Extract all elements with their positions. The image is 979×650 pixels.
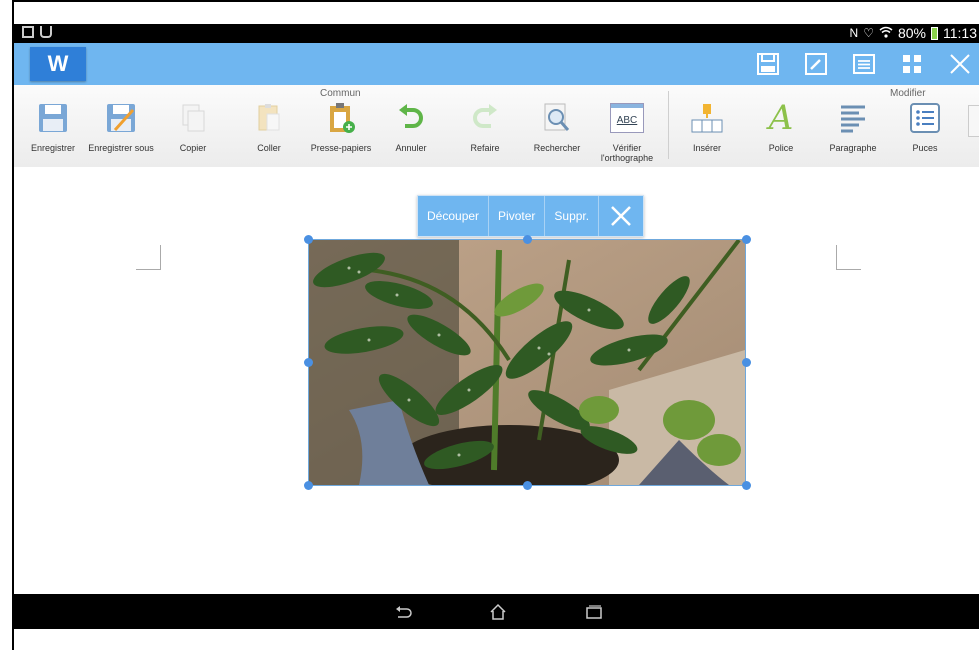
insert-button[interactable]: Insérer [672, 101, 742, 153]
spellcheck-label: Vérifier l'orthographe [600, 143, 654, 163]
font-icon-glyph: A [768, 98, 794, 138]
recent-apps-icon[interactable] [584, 602, 604, 622]
home-icon[interactable] [488, 602, 508, 622]
redo-icon [468, 101, 502, 135]
search-label: Rechercher [533, 143, 581, 153]
paragraph-button[interactable]: Paragraphe [818, 101, 888, 153]
font-label: Police [768, 143, 794, 153]
wifi-icon [879, 25, 893, 41]
bullets-label: Puces [912, 143, 938, 153]
resize-handle-right[interactable] [742, 358, 751, 367]
clock: 11:13 [943, 25, 977, 41]
status-bar: N ♡ 80% 11:13 [14, 24, 979, 43]
bullets-button[interactable]: Puces [890, 101, 960, 153]
system-navigation-bar [14, 594, 979, 629]
selected-plant-photo[interactable] [308, 239, 746, 486]
delete-button[interactable]: Suppr. [545, 196, 600, 236]
floppy-icon [36, 101, 70, 135]
margin-marker-left [136, 245, 161, 270]
group-label-commun: Commun [320, 88, 361, 99]
back-icon[interactable] [394, 602, 414, 622]
app-logo[interactable]: W [30, 47, 86, 81]
font-icon: A [764, 101, 798, 135]
spellcheck-button[interactable]: ABC Vérifier l'orthographe [592, 101, 662, 163]
ribbon-next-item-partial[interactable] [968, 105, 979, 137]
search-button[interactable]: Rechercher [522, 101, 592, 153]
paste-button[interactable]: Coller [234, 101, 304, 153]
list-view-icon[interactable] [851, 51, 877, 77]
save-as-button[interactable]: Enregistrer sous [86, 101, 156, 153]
spellcheck-icon: ABC [610, 101, 644, 135]
battery-percent: 80% [897, 25, 926, 41]
close-icon[interactable] [947, 51, 973, 77]
image-context-toolbar: Découper Pivoter Suppr. [417, 195, 645, 237]
resize-handle-top-right[interactable] [742, 235, 751, 244]
undo-button[interactable]: Annuler [376, 101, 446, 153]
app-bar: W [14, 43, 979, 85]
redo-label: Refaire [470, 143, 500, 153]
paragraph-icon [836, 101, 870, 135]
resize-handle-top-left[interactable] [304, 235, 313, 244]
save-as-icon [104, 101, 138, 135]
font-button[interactable]: A Police [746, 101, 816, 153]
copy-label: Copier [179, 143, 207, 153]
copy-icon [176, 101, 210, 135]
document-canvas[interactable]: Découper Pivoter Suppr. [14, 167, 979, 594]
clipboard-icon [324, 101, 358, 135]
rotate-button[interactable]: Pivoter [489, 196, 546, 236]
save-button[interactable]: Enregistrer [18, 101, 88, 153]
spellcheck-icon-text: ABC [616, 114, 638, 126]
clipboard-label: Presse-papiers [310, 143, 372, 153]
insert-label: Insérer [692, 143, 721, 153]
copy-button[interactable]: Copier [158, 101, 228, 153]
resize-handle-bottom[interactable] [523, 481, 532, 490]
nfc-icon: N [849, 26, 859, 40]
paragraph-label: Paragraphe [829, 143, 877, 153]
save-as-label: Enregistrer sous [88, 143, 154, 153]
save-label: Enregistrer [30, 143, 75, 153]
paste-label: Coller [257, 143, 281, 153]
margin-marker-right [836, 245, 861, 270]
ribbon-divider [668, 91, 669, 159]
paste-icon [252, 101, 286, 135]
search-icon [540, 101, 574, 135]
redo-button[interactable]: Refaire [450, 101, 520, 153]
shield-icon: ♡ [863, 26, 874, 40]
undo-icon [394, 101, 428, 135]
resize-handle-left[interactable] [304, 358, 313, 367]
clipboard-button[interactable]: Presse-papiers [306, 101, 376, 153]
gallery-notification-icon [22, 26, 34, 38]
resize-handle-bottom-right[interactable] [742, 481, 751, 490]
ribbon-toolbar: Commun Modifier Enregistrer Enregistrer … [14, 85, 979, 168]
save-icon[interactable] [755, 51, 781, 77]
bullets-icon [908, 101, 942, 135]
edit-icon[interactable] [803, 51, 829, 77]
close-toolbar-icon[interactable] [599, 196, 643, 236]
undo-label: Annuler [395, 143, 427, 153]
group-label-modifier: Modifier [890, 88, 926, 99]
resize-handle-bottom-left[interactable] [304, 481, 313, 490]
download-notification-icon [40, 26, 52, 38]
insert-icon [690, 101, 724, 135]
cut-button[interactable]: Découper [418, 196, 490, 236]
battery-icon [931, 26, 938, 40]
resize-handle-top[interactable] [523, 235, 532, 244]
grid-view-icon[interactable] [899, 51, 925, 77]
